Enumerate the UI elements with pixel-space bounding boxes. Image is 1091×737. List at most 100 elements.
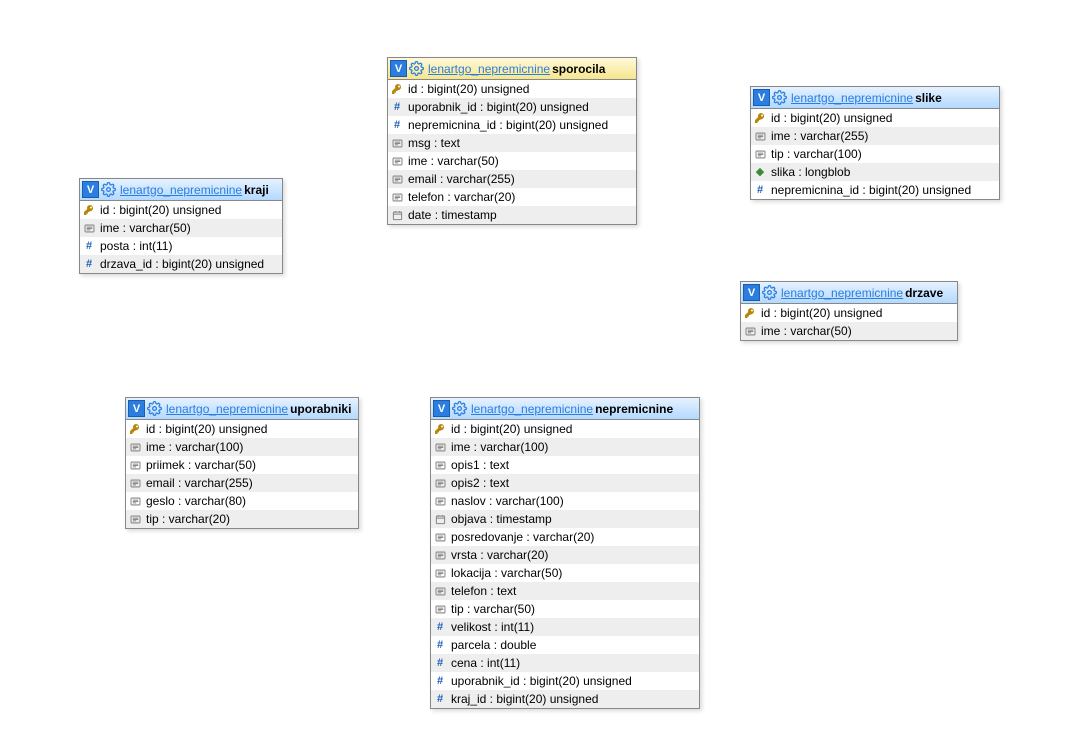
- column-label: posredovanje : varchar(20): [451, 530, 594, 544]
- table-sporocila[interactable]: Vlenartgo_nepremicnine sporocila id : big…: [387, 57, 637, 225]
- column-row[interactable]: id : bigint(20) unsigned: [80, 201, 282, 219]
- view-icon[interactable]: V: [390, 60, 407, 77]
- column-row[interactable]: ime : varchar(100): [126, 438, 358, 456]
- text-column-icon: [128, 512, 142, 526]
- column-row[interactable]: # posta : int(11): [80, 237, 282, 255]
- view-icon[interactable]: V: [433, 400, 450, 417]
- table-header[interactable]: Vlenartgo_nepremicnine slike: [751, 87, 999, 109]
- schema-name-label[interactable]: lenartgo_nepremicnine: [471, 402, 593, 416]
- table-header[interactable]: Vlenartgo_nepremicnine uporabniki: [126, 398, 358, 420]
- schema-name-label[interactable]: lenartgo_nepremicnine: [120, 183, 242, 197]
- text-column-icon: [433, 476, 447, 490]
- column-row[interactable]: #velikost : int(11): [431, 618, 699, 636]
- schema-name-label[interactable]: lenartgo_nepremicnine: [166, 402, 288, 416]
- column-row[interactable]: #parcela : double: [431, 636, 699, 654]
- numeric-column-icon: #: [433, 692, 447, 706]
- column-row[interactable]: #drzava_id : bigint(20) unsigned: [80, 255, 282, 273]
- column-row[interactable]: posredovanje : varchar(20): [431, 528, 699, 546]
- numeric-column-icon: #: [433, 656, 447, 670]
- table-drzave[interactable]: Vlenartgo_nepremicnine drzaveid : bigint…: [740, 281, 958, 341]
- column-row[interactable]: geslo : varchar(80): [126, 492, 358, 510]
- text-column-icon: [433, 530, 447, 544]
- column-label: ime : varchar(50): [100, 221, 191, 235]
- gear-icon[interactable]: [101, 182, 116, 197]
- table-header[interactable]: Vlenartgo_nepremicnine sporocila: [388, 58, 636, 80]
- column-label: id : bigint(20) unsigned: [408, 82, 529, 96]
- column-row[interactable]: tip : varchar(100): [751, 145, 999, 163]
- text-column-icon: [433, 548, 447, 562]
- column-row[interactable]: ime : varchar(100): [431, 438, 699, 456]
- column-row[interactable]: telefon : text: [431, 582, 699, 600]
- table-name-label: kraji: [244, 183, 269, 197]
- column-row[interactable]: #uporabnik_id : bigint(20) unsigned: [388, 98, 636, 116]
- column-row[interactable]: ime : varchar(50): [741, 322, 957, 340]
- numeric-column-icon: #: [82, 239, 96, 253]
- column-row[interactable]: # nepremicnina_id : bigint(20) unsigned: [751, 181, 999, 199]
- table-uporabniki[interactable]: Vlenartgo_nepremicnine uporabnikiid : bi…: [125, 397, 359, 529]
- column-row[interactable]: ◆slika : longblob: [751, 163, 999, 181]
- column-row[interactable]: vrsta : varchar(20): [431, 546, 699, 564]
- table-header[interactable]: Vlenartgo_nepremicnine nepremicnine: [431, 398, 699, 420]
- column-row[interactable]: # cena : int(11): [431, 654, 699, 672]
- column-row[interactable]: ime : varchar(50): [80, 219, 282, 237]
- column-row[interactable]: ime : varchar(255): [751, 127, 999, 145]
- column-row[interactable]: id : bigint(20) unsigned: [126, 420, 358, 438]
- text-column-icon: [433, 494, 447, 508]
- primary-key-icon: [128, 422, 142, 436]
- text-column-icon: [433, 440, 447, 454]
- schema-name-label[interactable]: lenartgo_nepremicnine: [428, 62, 550, 76]
- column-row[interactable]: tip : varchar(50): [431, 600, 699, 618]
- table-name-label: nepremicnine: [595, 402, 673, 416]
- column-row[interactable]: naslov : varchar(100): [431, 492, 699, 510]
- column-label: slika : longblob: [771, 165, 850, 179]
- date-column-icon: [433, 512, 447, 526]
- gear-icon[interactable]: [409, 61, 424, 76]
- column-row[interactable]: id : bigint(20) unsigned: [741, 304, 957, 322]
- column-label: nepremicnina_id : bigint(20) unsigned: [771, 183, 971, 197]
- column-row[interactable]: #nepremicnina_id : bigint(20) unsigned: [388, 116, 636, 134]
- column-row[interactable]: lokacija : varchar(50): [431, 564, 699, 582]
- gear-icon[interactable]: [452, 401, 467, 416]
- column-label: opis1 : text: [451, 458, 509, 472]
- view-icon[interactable]: V: [128, 400, 145, 417]
- table-header[interactable]: Vlenartgo_nepremicnine kraji: [80, 179, 282, 201]
- column-label: id : bigint(20) unsigned: [771, 111, 892, 125]
- column-row[interactable]: email : varchar(255): [126, 474, 358, 492]
- table-nepremicnine[interactable]: Vlenartgo_nepremicnine nepremicnineid : …: [430, 397, 700, 709]
- column-row[interactable]: objava : timestamp: [431, 510, 699, 528]
- gear-icon[interactable]: [147, 401, 162, 416]
- table-slike[interactable]: Vlenartgo_nepremicnine slike id : bigint(…: [750, 86, 1000, 200]
- column-row[interactable]: email : varchar(255): [388, 170, 636, 188]
- column-row[interactable]: telefon : varchar(20): [388, 188, 636, 206]
- column-row[interactable]: #kraj_id : bigint(20) unsigned: [431, 690, 699, 708]
- view-icon[interactable]: V: [743, 284, 760, 301]
- column-row[interactable]: tip : varchar(20): [126, 510, 358, 528]
- column-row[interactable]: msg : text: [388, 134, 636, 152]
- column-row[interactable]: #uporabnik_id : bigint(20) unsigned: [431, 672, 699, 690]
- column-label: posta : int(11): [100, 239, 172, 253]
- column-row[interactable]: opis2 : text: [431, 474, 699, 492]
- column-row[interactable]: id : bigint(20) unsigned: [388, 80, 636, 98]
- gear-icon[interactable]: [762, 285, 777, 300]
- schema-name-label[interactable]: lenartgo_nepremicnine: [791, 91, 913, 105]
- text-column-icon: [390, 190, 404, 204]
- table-header[interactable]: Vlenartgo_nepremicnine drzave: [741, 282, 957, 304]
- column-row[interactable]: id : bigint(20) unsigned: [751, 109, 999, 127]
- column-row[interactable]: id : bigint(20) unsigned: [431, 420, 699, 438]
- column-row[interactable]: priimek : varchar(50): [126, 456, 358, 474]
- column-label: opis2 : text: [451, 476, 509, 490]
- table-name-label: drzave: [905, 286, 943, 300]
- gear-icon[interactable]: [772, 90, 787, 105]
- text-column-icon: [390, 136, 404, 150]
- table-kraji[interactable]: Vlenartgo_nepremicnine kraji id : bigint(…: [79, 178, 283, 274]
- column-label: id : bigint(20) unsigned: [100, 203, 221, 217]
- column-row[interactable]: ime : varchar(50): [388, 152, 636, 170]
- schema-name-label[interactable]: lenartgo_nepremicnine: [781, 286, 903, 300]
- view-icon[interactable]: V: [82, 181, 99, 198]
- column-row[interactable]: opis1 : text: [431, 456, 699, 474]
- column-label: cena : int(11): [451, 656, 520, 670]
- view-icon[interactable]: V: [753, 89, 770, 106]
- column-label: uporabnik_id : bigint(20) unsigned: [451, 674, 632, 688]
- column-row[interactable]: date : timestamp: [388, 206, 636, 224]
- numeric-column-icon: #: [753, 183, 767, 197]
